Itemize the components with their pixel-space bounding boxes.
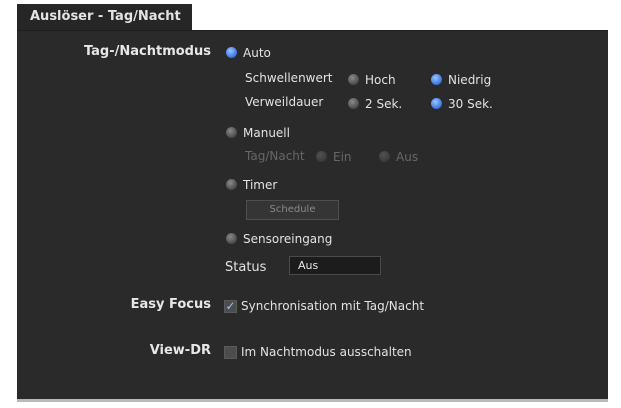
dwell-30s-radio[interactable] [431, 98, 442, 109]
threshold-high-radio[interactable] [348, 74, 359, 85]
threshold-label: Schwellenwert [245, 71, 333, 85]
threshold-high-label: Hoch [365, 73, 396, 87]
settings-panel: Tag-/Nachtmodus Auto Schwellenwert Hoch … [17, 30, 608, 402]
easy-focus-label: Easy Focus [130, 297, 211, 312]
manual-day-night-label: Tag/Nacht [245, 149, 305, 163]
manual-on-label: Ein [333, 150, 352, 164]
manual-off-radio[interactable] [379, 151, 390, 162]
manual-label: Manuell [243, 126, 290, 140]
dwell-2s-radio[interactable] [348, 98, 359, 109]
schedule-button[interactable]: Schedule [246, 200, 339, 220]
dwell-30s-label: 30 Sek. [448, 97, 493, 111]
manual-on-radio[interactable] [316, 151, 327, 162]
auto-label: Auto [243, 46, 271, 60]
view-dr-checkbox-label: Im Nachtmodus ausschalten [241, 345, 412, 359]
manual-radio[interactable] [226, 127, 237, 138]
day-night-mode-label: Tag-/Nachtmodus [83, 44, 211, 59]
dwell-2s-label: 2 Sek. [365, 97, 403, 111]
easy-focus-checkbox-label: Synchronisation mit Tag/Nacht [241, 299, 425, 313]
timer-label: Timer [243, 178, 278, 192]
tab-trigger-day-night[interactable]: Auslöser - Tag/Nacht [17, 4, 192, 30]
manual-off-label: Aus [396, 150, 419, 164]
threshold-low-label: Niedrig [448, 73, 492, 87]
threshold-low-radio[interactable] [431, 74, 442, 85]
sensor-input-label: Sensoreingang [243, 232, 333, 246]
view-dr-checkbox[interactable] [224, 346, 237, 359]
status-field: Aus [289, 256, 381, 275]
auto-radio[interactable] [226, 47, 237, 58]
view-dr-label: View-DR [149, 343, 211, 358]
dwell-label: Verweildauer [245, 95, 324, 109]
sensor-input-radio[interactable] [226, 233, 237, 244]
easy-focus-checkbox[interactable]: ✓ [224, 300, 237, 313]
timer-radio[interactable] [226, 179, 237, 190]
status-label: Status [225, 260, 267, 275]
